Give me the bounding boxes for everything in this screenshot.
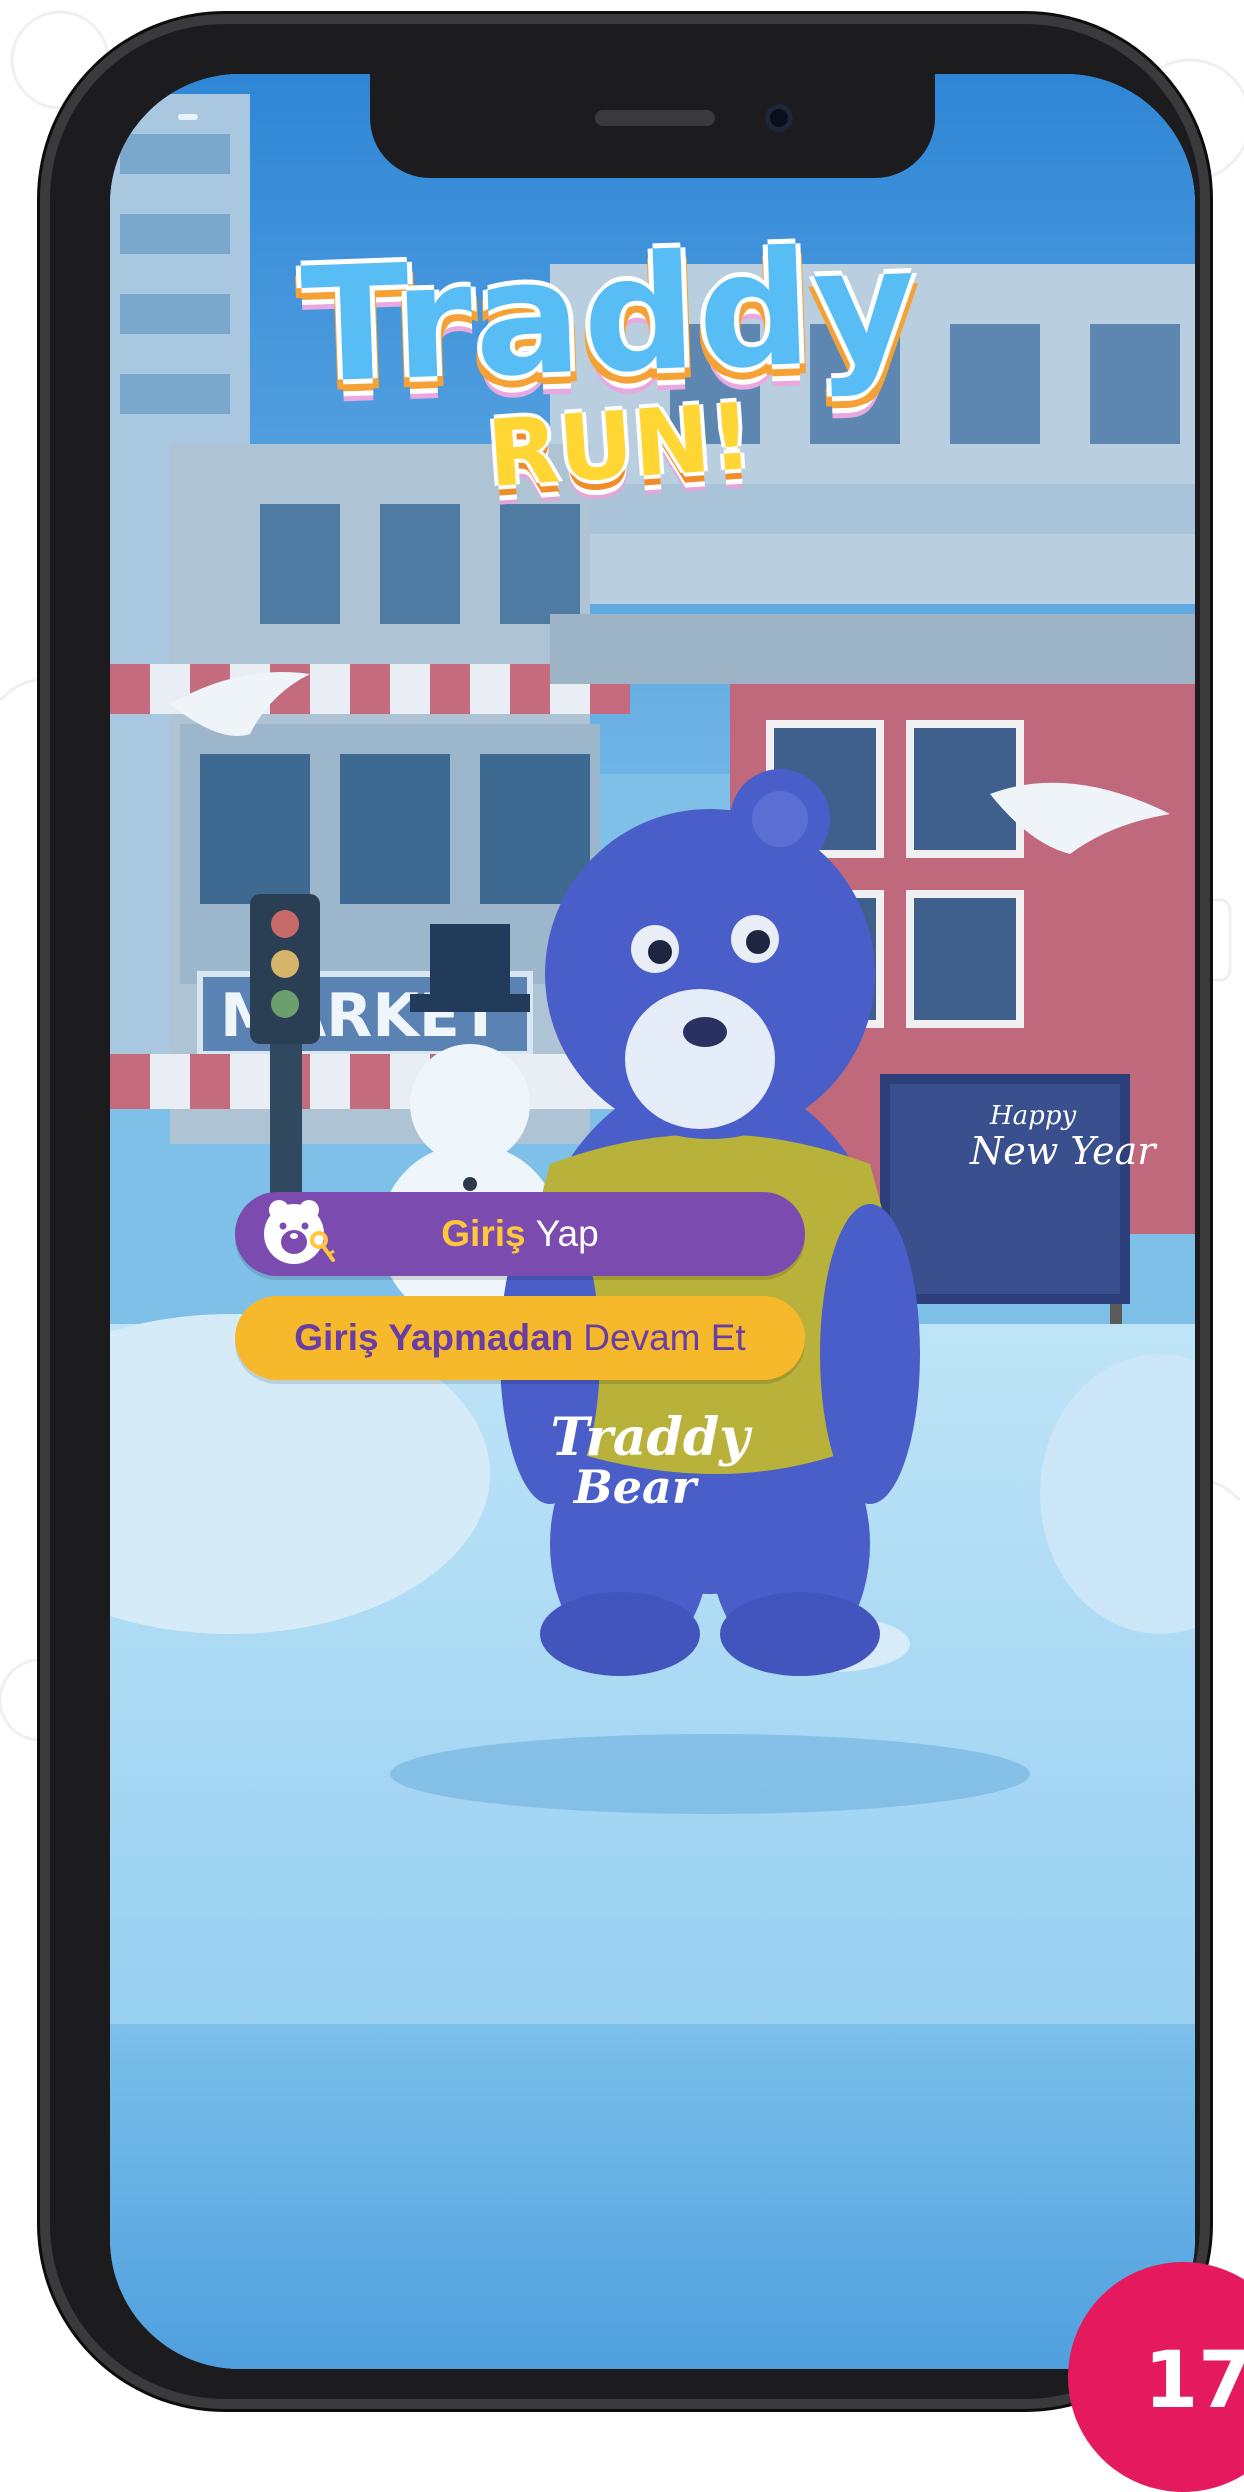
traddy-bear-brand: Traddy Bear — [440, 1407, 860, 1511]
game-screen: MARKET Happy New Year Traddy RUN! Giriş … — [110, 74, 1195, 2369]
page-number: 17 — [1144, 2336, 1244, 2426]
phone-notch — [370, 74, 935, 178]
game-logo: Traddy RUN! — [250, 213, 970, 514]
login-button[interactable]: Giriş Yap — [235, 1192, 805, 1276]
guest-label-regular: Devam Et — [583, 1317, 746, 1358]
guest-button-text: Giriş Yapmadan Devam Et — [294, 1317, 745, 1359]
logo-subtitle: RUN! — [484, 382, 756, 509]
login-label-bold: Giriş — [441, 1213, 526, 1254]
login-label-regular: Yap — [535, 1213, 599, 1254]
status-indicator — [178, 114, 198, 120]
logo-title: Traddy — [298, 213, 922, 419]
billboard-new-year: New Year — [969, 1129, 1158, 1173]
bear-key-icon — [264, 1200, 335, 1264]
guest-label-bold: Giriş Yapmadan — [294, 1317, 574, 1358]
continue-without-login-button[interactable]: Giriş Yapmadan Devam Et — [235, 1296, 805, 1380]
login-button-text: Giriş Yap — [441, 1213, 598, 1255]
billboard-happy: Happy — [989, 1101, 1076, 1131]
phone-frame: MARKET Happy New Year Traddy RUN! Giriş … — [40, 14, 1210, 2409]
speaker-grille — [595, 110, 715, 126]
brand-line-2: Bear — [573, 1460, 697, 1514]
brand-line-1: Traddy — [550, 1407, 750, 1468]
front-camera — [765, 104, 793, 132]
